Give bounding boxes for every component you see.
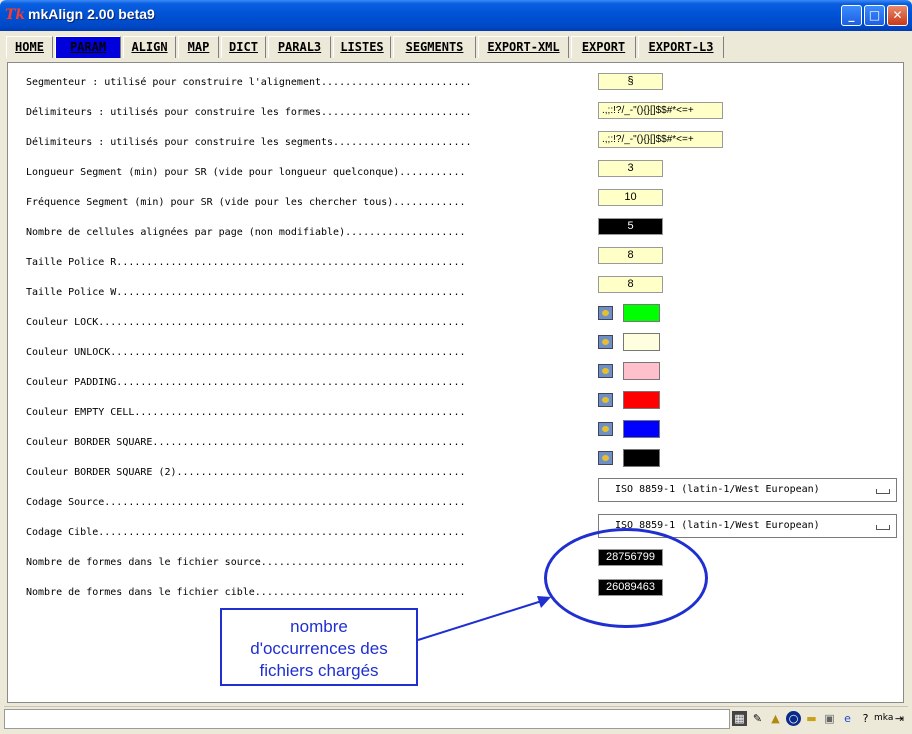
annotation-callout: nombre d'occurrences des fichiers chargé… [220, 608, 418, 686]
config-icon[interactable]: ▦ [732, 711, 747, 726]
folder-icon[interactable]: ▬ [804, 711, 819, 726]
annotation-line: fichiers chargés [259, 661, 379, 680]
annotation-ellipse [544, 528, 708, 628]
mka-icon[interactable]: mka [874, 711, 893, 726]
open-icon[interactable]: ▲ [768, 711, 783, 726]
pen-icon[interactable]: ✎ [750, 711, 765, 726]
status-bar: ▦ ✎ ▲ ○ ▬ ▣ e ? mka ⇥ [4, 706, 908, 732]
annotation-line: d'occurrences des [250, 639, 388, 658]
image-icon[interactable]: ▣ [822, 711, 837, 726]
annotation-arrow [417, 596, 551, 641]
status-message-field [4, 709, 730, 729]
ie-icon[interactable]: e [840, 711, 855, 726]
exit-icon[interactable]: ⇥ [892, 711, 907, 726]
globe-icon[interactable]: ○ [786, 711, 801, 726]
help-icon[interactable]: ? [858, 711, 873, 726]
annotation-line: nombre [290, 617, 348, 636]
